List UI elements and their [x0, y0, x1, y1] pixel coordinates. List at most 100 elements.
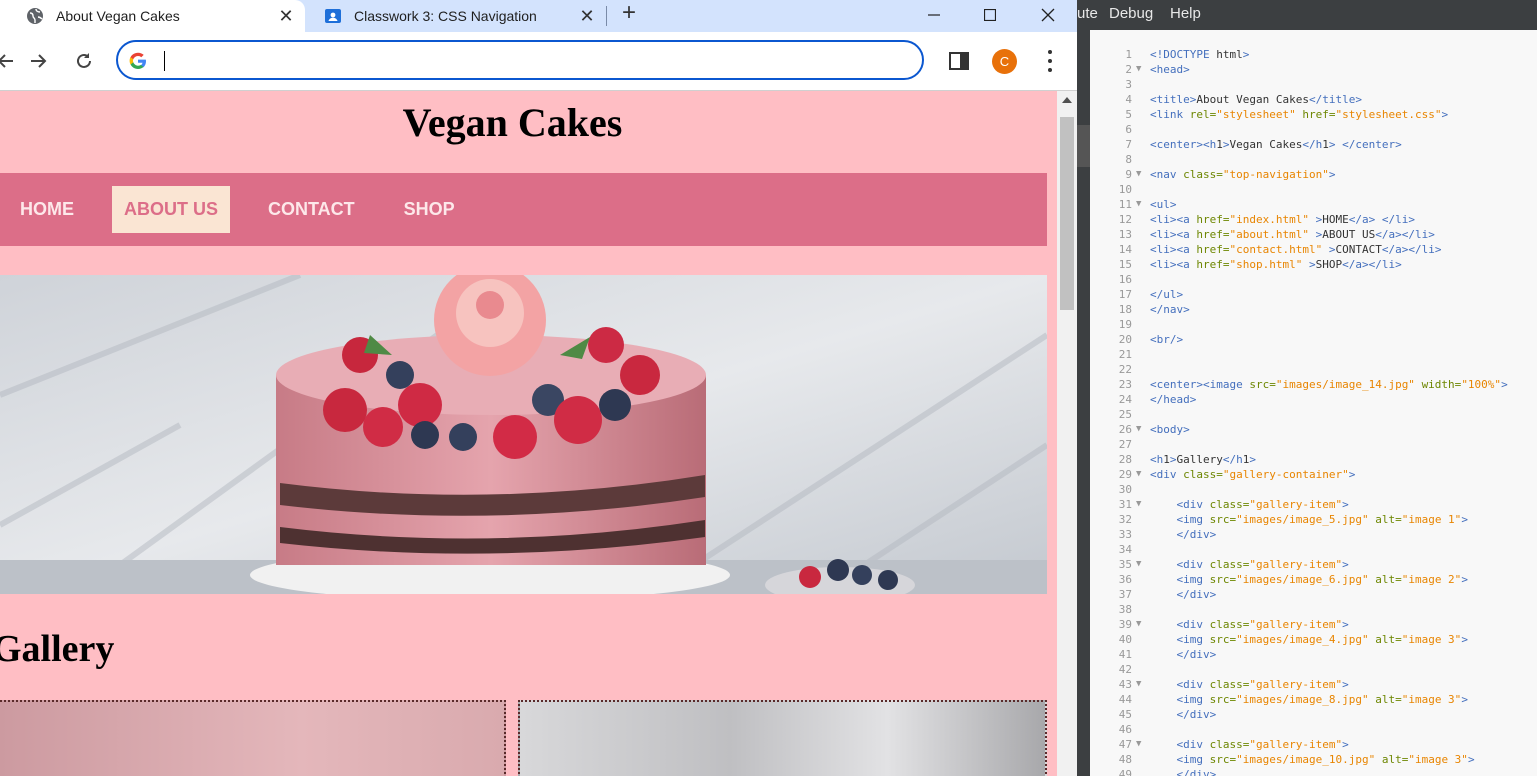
code-line[interactable]: 19	[1090, 317, 1537, 332]
close-tab-icon[interactable]: ✕	[576, 5, 598, 27]
fold-arrow-icon[interactable]: ▼	[1136, 167, 1146, 182]
code-text: <title>About Vegan Cakes</title>	[1150, 93, 1362, 106]
code-line[interactable]: 23 <center><image src="images/image_14.jp…	[1090, 377, 1537, 392]
code-line[interactable]: 10	[1090, 182, 1537, 197]
omnibox-input[interactable]	[168, 48, 912, 74]
address-bar[interactable]	[116, 40, 924, 80]
fold-arrow-icon[interactable]: ▼	[1136, 677, 1146, 692]
code-line[interactable]: 37 </div>	[1090, 587, 1537, 602]
more-menu-icon[interactable]	[1040, 50, 1060, 72]
side-panel-button[interactable]	[949, 52, 969, 70]
code-line[interactable]: 38	[1090, 602, 1537, 617]
browser-window: About Vegan Cakes ✕ Classwork 3: CSS Nav…	[0, 0, 1077, 776]
nav-link-home[interactable]: HOME	[20, 199, 74, 220]
code-line[interactable]: 6	[1090, 122, 1537, 137]
line-number: 45	[1118, 708, 1132, 721]
code-line[interactable]: 9 ▼ <nav class="top-navigation">	[1090, 167, 1537, 182]
code-line[interactable]: 1 <!DOCTYPE html>	[1090, 47, 1537, 62]
code-line[interactable]: 45 </div>	[1090, 707, 1537, 722]
code-line[interactable]: 40 <img src="images/image_4.jpg" alt="im…	[1090, 632, 1537, 647]
nav-link-contact[interactable]: CONTACT	[268, 199, 355, 220]
code-line[interactable]: 39 ▼ <div class="gallery-item">	[1090, 617, 1537, 632]
page-scrollbar[interactable]	[1057, 91, 1077, 776]
code-line[interactable]: 24 </head>	[1090, 392, 1537, 407]
maximize-button[interactable]	[964, 0, 1016, 30]
code-line[interactable]: 26 ▼ <body>	[1090, 422, 1537, 437]
code-line[interactable]: 16	[1090, 272, 1537, 287]
fold-arrow-icon[interactable]: ▼	[1136, 62, 1146, 77]
code-text: <nav class="top-navigation">	[1150, 168, 1336, 181]
fold-arrow-icon[interactable]: ▼	[1136, 467, 1146, 482]
fold-arrow-icon[interactable]: ▼	[1136, 737, 1146, 752]
code-line[interactable]: 7 <center><h1>Vegan Cakes</h1> </center>	[1090, 137, 1537, 152]
code-text: </ul>	[1150, 288, 1184, 301]
code-line[interactable]: 5 <link rel="stylesheet" href="stylesheet…	[1090, 107, 1537, 122]
code-line[interactable]: 27	[1090, 437, 1537, 452]
code-line[interactable]: 14 <li><a href="contact.html" >CONTACT</a…	[1090, 242, 1537, 257]
code-line[interactable]: 32 <img src="images/image_5.jpg" alt="im…	[1090, 512, 1537, 527]
side-panel-icon	[949, 52, 969, 70]
tab-about-vegan-cakes[interactable]: About Vegan Cakes ✕	[0, 0, 305, 32]
code-line[interactable]: 21	[1090, 347, 1537, 362]
code-line[interactable]: 46	[1090, 722, 1537, 737]
menu-item-debug[interactable]: Debug	[1109, 5, 1153, 22]
code-line[interactable]: 3	[1090, 77, 1537, 92]
code-line[interactable]: 22	[1090, 362, 1537, 377]
code-text: <img src="images/image_10.jpg" alt="imag…	[1176, 753, 1475, 766]
menu-item-help[interactable]: Help	[1170, 5, 1201, 22]
code-editor-window: ute Debug Help 1 <!DOCTYPE html> 2 ▼ <head> 3…	[1077, 0, 1537, 776]
code-line[interactable]: 31 ▼ <div class="gallery-item">	[1090, 497, 1537, 512]
code-text: <img src="images/image_4.jpg" alt="image…	[1176, 633, 1468, 646]
tab-classwork-3[interactable]: Classwork 3: CSS Navigation ✕	[310, 0, 606, 32]
code-line[interactable]: 20 <br/>	[1090, 332, 1537, 347]
fold-arrow-icon[interactable]: ▼	[1136, 617, 1146, 632]
code-line[interactable]: 43 ▼ <div class="gallery-item">	[1090, 677, 1537, 692]
fold-arrow-icon[interactable]: ▼	[1136, 497, 1146, 512]
code-line[interactable]: 36 <img src="images/image_6.jpg" alt="im…	[1090, 572, 1537, 587]
fold-arrow-icon[interactable]: ▼	[1136, 557, 1146, 572]
code-line[interactable]: 8	[1090, 152, 1537, 167]
code-line[interactable]: 17 </ul>	[1090, 287, 1537, 302]
scroll-up-arrow-icon[interactable]	[1062, 97, 1072, 103]
back-button[interactable]	[0, 49, 18, 73]
code-line[interactable]: 29 ▼ <div class="gallery-container">	[1090, 467, 1537, 482]
code-line[interactable]: 44 <img src="images/image_8.jpg" alt="im…	[1090, 692, 1537, 707]
code-line[interactable]: 15 <li><a href="shop.html" >SHOP</a></li>	[1090, 257, 1537, 272]
reload-button[interactable]	[72, 49, 96, 73]
minimize-button[interactable]	[908, 0, 960, 30]
scrollbar-thumb[interactable]	[1060, 117, 1074, 310]
code-line[interactable]: 11 ▼ <ul>	[1090, 197, 1537, 212]
maximize-icon	[984, 9, 996, 21]
profile-avatar[interactable]: C	[992, 49, 1017, 74]
forward-button[interactable]	[26, 49, 50, 73]
fold-arrow-icon[interactable]: ▼	[1136, 422, 1146, 437]
code-line[interactable]: 35 ▼ <div class="gallery-item">	[1090, 557, 1537, 572]
code-line[interactable]: 12 <li><a href="index.html" >HOME</a> </l…	[1090, 212, 1537, 227]
code-line[interactable]: 47 ▼ <div class="gallery-item">	[1090, 737, 1537, 752]
fold-arrow-icon[interactable]: ▼	[1136, 197, 1146, 212]
code-line[interactable]: 42	[1090, 662, 1537, 677]
code-line[interactable]: 4 <title>About Vegan Cakes</title>	[1090, 92, 1537, 107]
editor-scroll-marker[interactable]	[1077, 125, 1090, 167]
code-line[interactable]: 25	[1090, 407, 1537, 422]
close-tab-icon[interactable]: ✕	[275, 5, 297, 27]
line-number: 25	[1118, 408, 1132, 421]
gallery-item-image	[0, 700, 506, 776]
code-line[interactable]: 49 </div>	[1090, 767, 1537, 776]
code-area[interactable]: 1 <!DOCTYPE html> 2 ▼ <head> 3 4 <title>About V…	[1090, 30, 1537, 776]
code-text: <h1>Gallery</h1>	[1150, 453, 1256, 466]
code-line[interactable]: 33 </div>	[1090, 527, 1537, 542]
menu-item-navigate[interactable]: ute	[1077, 5, 1098, 22]
new-tab-button[interactable]: +	[616, 1, 642, 27]
nav-link-about-us[interactable]: ABOUT US	[112, 186, 230, 233]
code-line[interactable]: 18 </nav>	[1090, 302, 1537, 317]
nav-link-shop[interactable]: SHOP	[404, 199, 455, 220]
code-line[interactable]: 41 </div>	[1090, 647, 1537, 662]
code-line[interactable]: 34	[1090, 542, 1537, 557]
code-line[interactable]: 2 ▼ <head>	[1090, 62, 1537, 77]
code-line[interactable]: 13 <li><a href="about.html" >ABOUT US</a>…	[1090, 227, 1537, 242]
code-line[interactable]: 28 <h1>Gallery</h1>	[1090, 452, 1537, 467]
code-line[interactable]: 30	[1090, 482, 1537, 497]
code-line[interactable]: 48 <img src="images/image_10.jpg" alt="i…	[1090, 752, 1537, 767]
close-window-button[interactable]	[1022, 0, 1074, 30]
